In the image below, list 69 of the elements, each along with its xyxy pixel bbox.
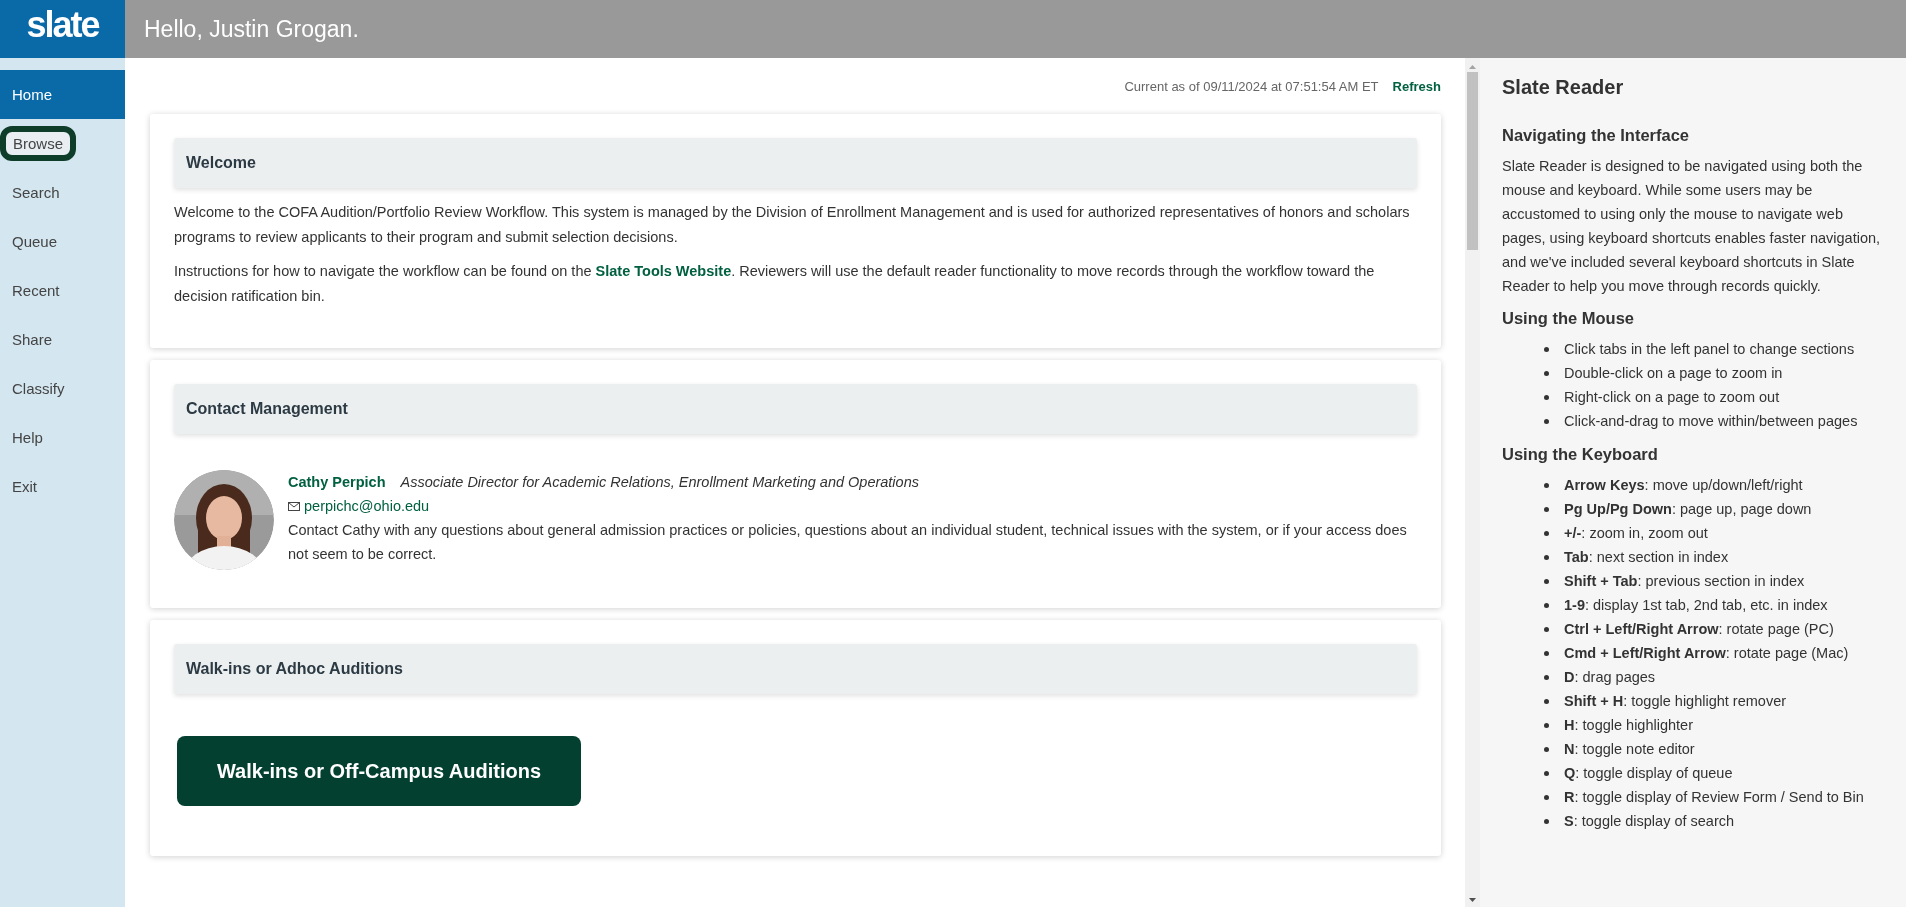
- list-item: Double-click on a page to zoom in: [1564, 365, 1783, 381]
- timestamp: Current as of 09/11/2024 at 07:51:54 AM ET: [1124, 78, 1379, 94]
- bullet-icon: [1544, 698, 1549, 704]
- bullet-icon: [1544, 578, 1549, 584]
- bullet-icon: [1544, 794, 1549, 800]
- panel-heading: Navigating the Interface: [1502, 126, 1691, 145]
- greeting: Hello, Justin Grogan.: [144, 15, 359, 43]
- nav-item[interactable]: Search: [0, 168, 125, 217]
- nav-item[interactable]: Recent: [0, 266, 125, 315]
- paragraph: Welcome to the COFA Audition/Portfolio Review Workflow. This system is managed by the Division of Enrollment Management and is used for authorized representatives of honors and scholars programs to review applicants to their program and submit selection decisions.: [174, 203, 1411, 247]
- email-link[interactable]: perpichc@ohio.edu: [304, 494, 430, 518]
- nav-item[interactable]: Exit: [0, 462, 125, 511]
- bullet-icon: [1544, 506, 1549, 512]
- bullet-icon: [1544, 418, 1549, 424]
- list-item: R: toggle display of Review Form / Send to Bin: [1564, 789, 1864, 805]
- list-item: N: toggle note editor: [1564, 741, 1695, 757]
- contact-note: Contact Cathy with any questions about general admission practices or policies, questions about an individual student, technical issues with the system, or if your access does not seem to be correct.: [288, 521, 1408, 564]
- panel-title: Slate Reader: [1502, 76, 1625, 99]
- bullet-icon: [1544, 554, 1549, 560]
- mail-icon: [288, 501, 300, 511]
- list-item: Click tabs in the left panel to change sections: [1564, 341, 1855, 357]
- list-item: Ctrl + Left/Right Arrow: rotate page (PC): [1564, 621, 1834, 637]
- panel-heading: Using the Keyboard: [1502, 445, 1659, 464]
- paragraph: Slate Reader is designed to be navigated using both the mouse and keyboard. While some users may be accustomed to using only the mouse to navigate web pages, using keyboard shortcuts enables faster navigation, and we've included several keyboard shortcuts in Slate Reader to help you move through records quickly.: [1502, 157, 1882, 296]
- list-item: S: toggle display of search: [1564, 813, 1735, 829]
- bullet-icon: [1544, 530, 1549, 536]
- list-item: Q: toggle display of queue: [1564, 765, 1733, 781]
- list-item: Cmd + Left/Right Arrow: rotate page (Mac): [1564, 645, 1849, 661]
- bullet-icon: [1544, 370, 1549, 376]
- list-item: Right-click on a page to zoom out: [1564, 389, 1780, 405]
- list-item: D: drag pages: [1564, 669, 1656, 685]
- link[interactable]: Slate Tools Website: [595, 263, 732, 279]
- logo[interactable]: slate: [0, 0, 125, 58]
- list-item: 1-9: display 1st tab, 2nd tab, etc. in index: [1564, 597, 1828, 613]
- auditions-button[interactable]: Walk-ins or Off-Campus Auditions: [177, 736, 581, 806]
- nav-item[interactable]: Browse: [0, 119, 125, 168]
- section-title: Contact Management: [186, 400, 348, 418]
- nav-item[interactable]: Home: [0, 70, 125, 119]
- contact-name: Cathy Perpich: [288, 473, 386, 492]
- bullet-icon: [1544, 818, 1549, 824]
- bullet-icon: [1544, 394, 1549, 400]
- nav-item[interactable]: Help: [0, 413, 125, 462]
- bullet-icon: [1544, 650, 1549, 656]
- list-item: +/-: zoom in, zoom out: [1564, 525, 1708, 541]
- bullet-icon: [1544, 482, 1549, 488]
- list-item: Tab: next section in index: [1564, 549, 1729, 565]
- bullet-icon: [1544, 346, 1549, 352]
- paragraph: Instructions for how to navigate the workflow can be found on the Slate Tools Website. Reviewers will use the default reader functionality to move records through the workflow toward the decision ratification bin.: [174, 262, 1376, 306]
- scrollbar[interactable]: [1465, 58, 1480, 907]
- bullet-icon: [1544, 602, 1549, 608]
- contact-role: Associate Director for Academic Relations, Enrollment Marketing and Operations: [400, 473, 919, 492]
- bullet-icon: [1544, 626, 1549, 632]
- list-item: H: toggle highlighter: [1564, 717, 1693, 733]
- bullet-icon: [1544, 746, 1549, 752]
- section-title: Welcome: [186, 154, 256, 172]
- list-item: Pg Up/Pg Down: page up, page down: [1564, 501, 1812, 517]
- nav-item[interactable]: Share: [0, 315, 125, 364]
- nav-item[interactable]: Classify: [0, 364, 125, 413]
- bullet-icon: [1544, 770, 1549, 776]
- panel-heading: Using the Mouse: [1502, 309, 1635, 328]
- refresh-link[interactable]: Refresh: [1392, 78, 1441, 94]
- nav-item[interactable]: Queue: [0, 217, 125, 266]
- list-item: Shift + H: toggle highlight remover: [1564, 693, 1787, 709]
- bullet-icon: [1544, 722, 1549, 728]
- list-item: Arrow Keys: move up/down/left/right: [1564, 477, 1803, 493]
- bullet-icon: [1544, 674, 1549, 680]
- section-title: Walk-ins or Adhoc Auditions: [186, 660, 403, 678]
- list-item: Click-and-drag to move within/between pages: [1564, 413, 1858, 429]
- list-item: Shift + Tab: previous section in index: [1564, 573, 1805, 589]
